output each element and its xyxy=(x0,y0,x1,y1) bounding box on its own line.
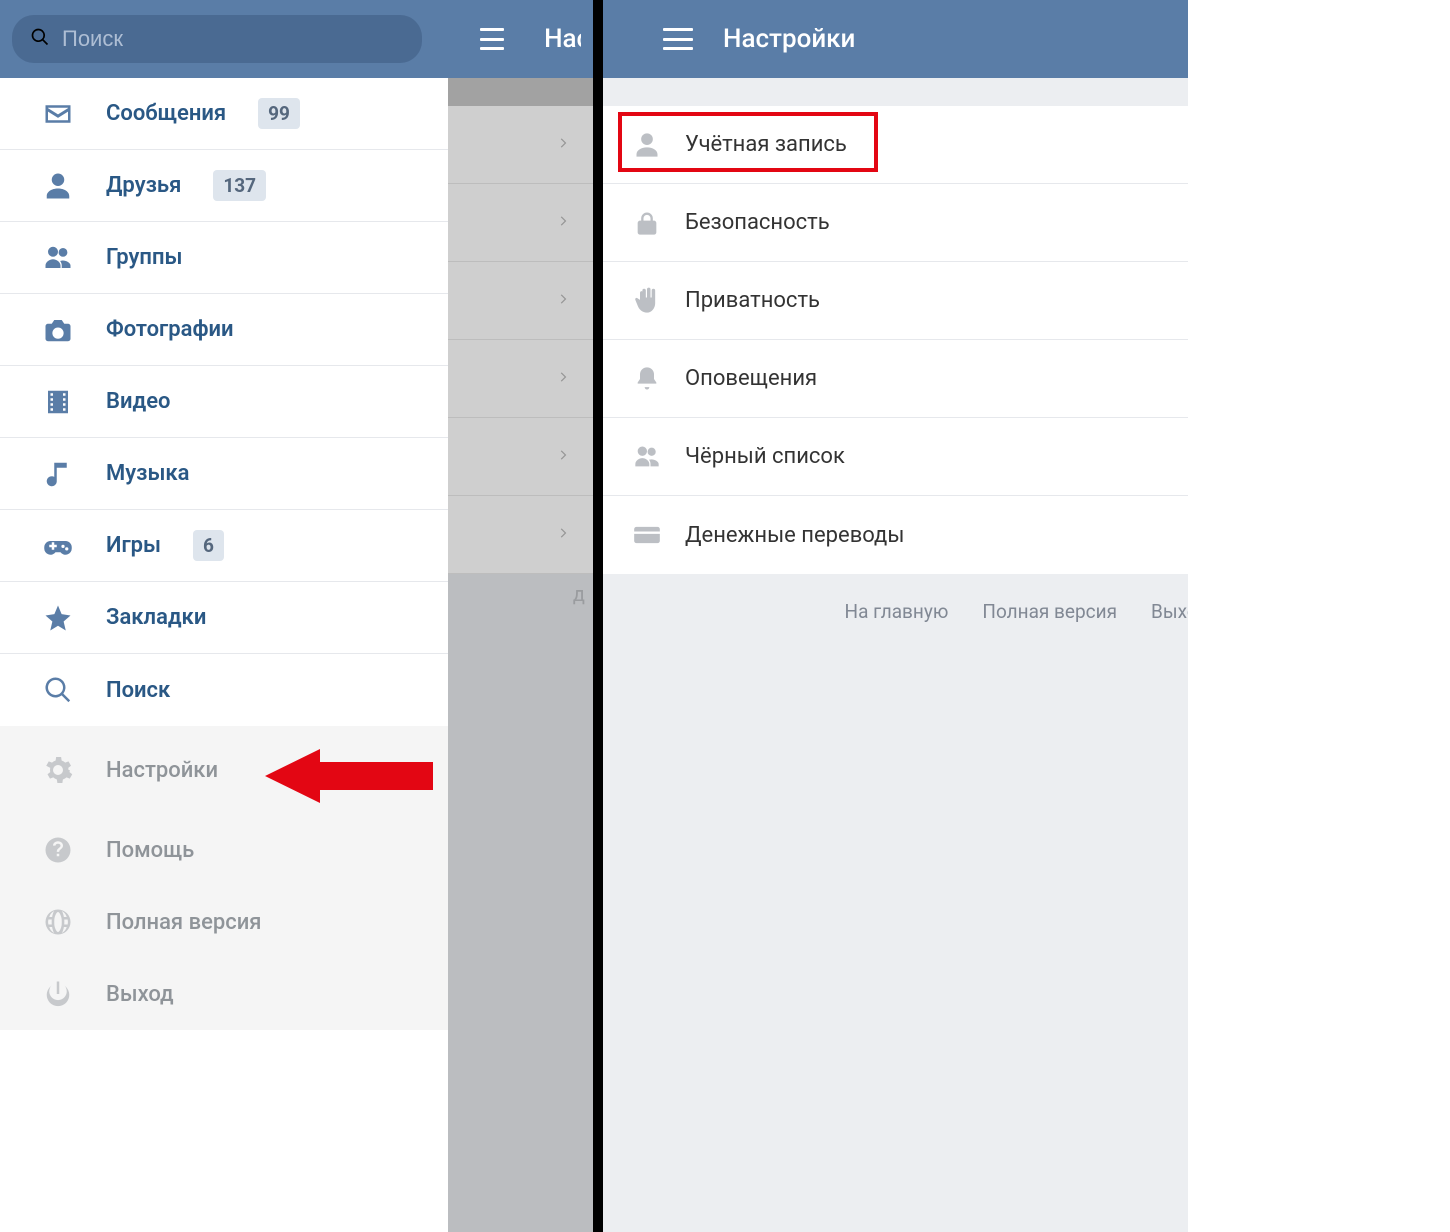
left-header: Нас xyxy=(0,0,593,78)
sidebar-item-label: Фотографии xyxy=(106,317,234,342)
sidebar-item-messages[interactable]: Сообщения 99 xyxy=(0,78,448,150)
count-badge: 137 xyxy=(213,170,266,201)
sidebar-item-label: Помощь xyxy=(106,838,194,863)
sidebar-item-photos[interactable]: Фотографии xyxy=(0,294,448,366)
page-margin xyxy=(1188,0,1450,1232)
sidebar-item-friends[interactable]: Друзья 137 xyxy=(0,150,448,222)
settings-item-label: Безопасность xyxy=(685,210,830,235)
sidebar-item-label: Игры xyxy=(106,533,161,558)
sidebar-item-label: Группы xyxy=(106,245,182,270)
hand-icon xyxy=(631,285,663,317)
hamburger-icon[interactable] xyxy=(663,28,693,50)
chevron-right-icon xyxy=(557,209,571,237)
sidebar-item-label: Видео xyxy=(106,389,171,414)
sidebar-item-music[interactable]: Музыка xyxy=(0,438,448,510)
sidebar-item-logout[interactable]: Выход xyxy=(0,958,448,1030)
sidebar-item-settings[interactable]: Настройки xyxy=(0,726,448,814)
search-field[interactable] xyxy=(12,15,422,63)
search-icon xyxy=(30,27,50,51)
chevron-right-icon xyxy=(557,365,571,393)
sidebar-item-label: Настройки xyxy=(106,758,218,783)
background-text: д xyxy=(573,582,585,606)
footer-link-home[interactable]: На главную xyxy=(845,600,949,623)
sidebar-item-label: Закладки xyxy=(106,605,206,630)
chevron-right-icon xyxy=(557,131,571,159)
sidebar-item-search[interactable]: Поиск xyxy=(0,654,448,726)
settings-item-label: Оповещения xyxy=(685,366,817,391)
mail-icon xyxy=(42,98,74,130)
hamburger-icon[interactable] xyxy=(480,28,504,50)
sidebar-item-video[interactable]: Видео xyxy=(0,366,448,438)
sidebar-item-groups[interactable]: Группы xyxy=(0,222,448,294)
users-icon xyxy=(631,441,663,473)
settings-item-label: Денежные переводы xyxy=(685,523,904,548)
users-icon xyxy=(42,242,74,274)
sidebar-item-label: Сообщения xyxy=(106,101,226,126)
sidebar-item-label: Поиск xyxy=(106,678,170,703)
music-icon xyxy=(42,458,74,490)
settings-item-label: Чёрный список xyxy=(685,444,845,469)
card-icon xyxy=(631,519,663,551)
chevron-right-icon xyxy=(557,287,571,315)
search-icon xyxy=(42,674,74,706)
search-input[interactable] xyxy=(62,26,404,52)
camera-icon xyxy=(42,314,74,346)
panel-divider xyxy=(593,0,603,1232)
chevron-right-icon xyxy=(557,521,571,549)
page-title: Настройки xyxy=(723,24,1253,54)
count-badge: 99 xyxy=(258,98,300,129)
sidebar: Сообщения 99 Друзья 137 Группы Фотографи… xyxy=(0,78,448,1232)
page-title-truncated: Нас xyxy=(544,24,581,54)
gamepad-icon xyxy=(42,530,74,562)
chevron-right-icon xyxy=(557,443,571,471)
sidebar-item-label: Музыка xyxy=(106,461,190,486)
user-icon xyxy=(631,129,663,161)
sidebar-item-games[interactable]: Игры 6 xyxy=(0,510,448,582)
globe-icon xyxy=(42,906,74,938)
sidebar-item-label: Друзья xyxy=(106,173,181,198)
help-icon xyxy=(42,834,74,866)
footer-link-full[interactable]: Полная версия xyxy=(982,600,1117,623)
background-overlay: д xyxy=(448,78,593,1232)
settings-item-label: Учётная запись xyxy=(685,132,847,157)
star-icon xyxy=(42,602,74,634)
sidebar-item-label: Выход xyxy=(106,982,174,1007)
film-icon xyxy=(42,386,74,418)
sidebar-item-label: Полная версия xyxy=(106,910,262,935)
sidebar-item-fullversion[interactable]: Полная версия xyxy=(0,886,448,958)
lock-icon xyxy=(631,207,663,239)
sidebar-item-bookmarks[interactable]: Закладки xyxy=(0,582,448,654)
power-icon xyxy=(42,978,74,1010)
count-badge: 6 xyxy=(193,530,224,561)
user-icon xyxy=(42,170,74,202)
settings-item-label: Приватность xyxy=(685,288,820,313)
gear-icon xyxy=(42,754,74,786)
sidebar-item-help[interactable]: Помощь xyxy=(0,814,448,886)
bell-icon xyxy=(631,363,663,395)
